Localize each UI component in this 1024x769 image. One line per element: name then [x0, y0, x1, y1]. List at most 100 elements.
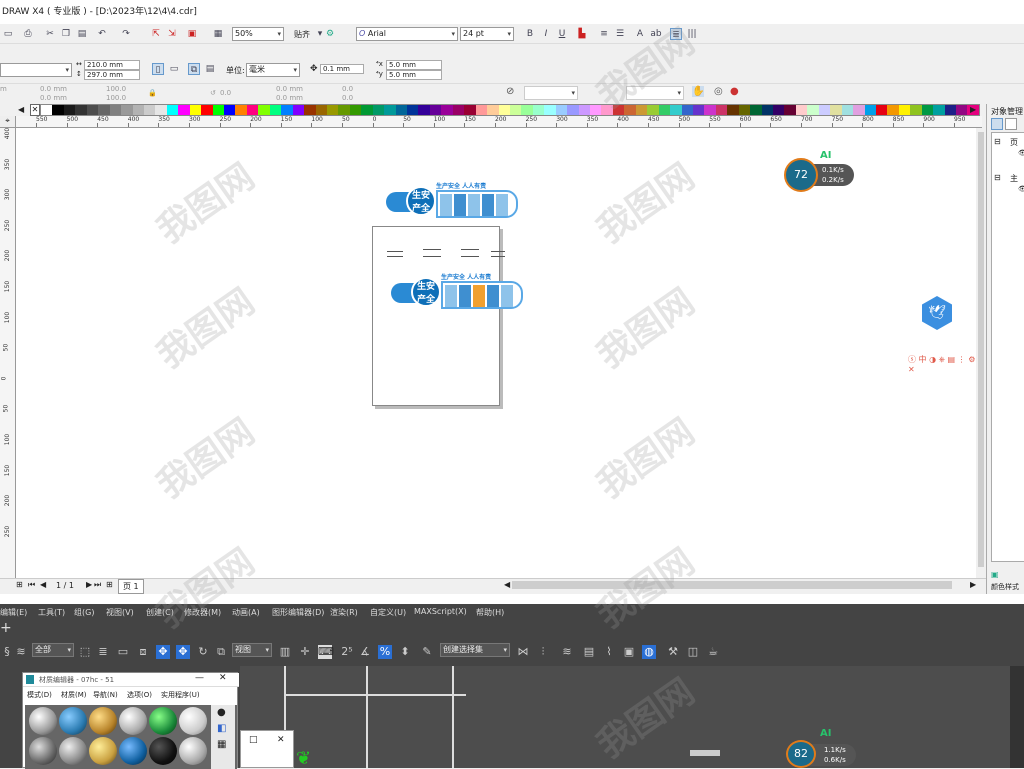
safety-banner-top[interactable]: 生安 产全 生产安全 人人有责	[386, 183, 520, 222]
palette-swatch[interactable]	[578, 105, 590, 115]
underline-icon[interactable]: U	[556, 28, 568, 40]
max-menu-item[interactable]: 工具(T)	[38, 607, 65, 618]
lock-icon[interactable]: 🔒	[148, 89, 157, 97]
palette-swatch[interactable]	[452, 105, 465, 115]
drawing-canvas[interactable]: 生安 产全 生产安全 人人有责 生安 产全 生产安全 人人有责 0.1K/s 0…	[16, 128, 982, 578]
bullets-icon[interactable]: ☰	[614, 28, 626, 40]
sample-slot-10[interactable]	[119, 737, 147, 765]
scroll-right-icon[interactable]: ▶	[970, 580, 976, 589]
palette-swatch[interactable]	[132, 105, 144, 115]
max-menu-item[interactable]: 视图(V)	[106, 607, 134, 618]
palette-scroll-right-icon[interactable]: ▶	[970, 105, 976, 114]
palette-swatch[interactable]	[590, 105, 602, 115]
max-menu-item[interactable]: 渲染(R)	[330, 607, 358, 618]
angle-snap-icon[interactable]: ∡	[358, 645, 372, 659]
sample-slot-6[interactable]	[179, 707, 207, 735]
palette-swatch[interactable]	[464, 105, 476, 115]
schematic-view-icon[interactable]: ▣	[622, 645, 636, 659]
sample-slot-5[interactable]	[149, 707, 177, 735]
palette-swatch[interactable]	[544, 105, 556, 115]
palette-swatch[interactable]	[750, 105, 762, 115]
bitmap-icon[interactable]: ⊘	[506, 86, 514, 97]
ref-coord-select[interactable]: 视图 ▾	[232, 643, 272, 657]
palette-swatch[interactable]	[601, 105, 613, 115]
rotation-value[interactable]: 0.0	[220, 89, 231, 97]
spinner-snap-icon[interactable]: ⬍	[398, 645, 412, 659]
cut-icon[interactable]: ✂	[44, 28, 56, 40]
font-size-select[interactable]: 24 pt ▾	[460, 27, 514, 41]
palette-swatch[interactable]	[63, 105, 76, 115]
unit-select[interactable]: 毫米 ▾	[246, 63, 300, 77]
color-mode-icon[interactable]: ◎	[714, 86, 723, 97]
palette-swatch[interactable]	[784, 105, 796, 115]
max-menu-item[interactable]: MAXScript(X)	[414, 607, 467, 616]
portrait-icon[interactable]: ▯	[152, 63, 164, 75]
palette-swatch[interactable]	[910, 105, 922, 115]
palette-swatch[interactable]	[98, 105, 110, 115]
new-layer-icon[interactable]: ▣	[991, 570, 999, 579]
edit-named-sel-icon[interactable]: ✎	[420, 645, 434, 659]
palette-swatch[interactable]	[166, 105, 179, 115]
palette-swatch[interactable]	[315, 105, 327, 115]
palette-swatch[interactable]	[509, 105, 522, 115]
page-tab[interactable]: 页 1	[118, 579, 144, 594]
max-menu-item[interactable]: 组(G)	[74, 607, 94, 618]
palette-swatch[interactable]	[326, 105, 339, 115]
palette-swatch[interactable]	[692, 105, 705, 115]
mirror-icon[interactable]: ⋈	[516, 645, 530, 659]
assistant-bird-icon[interactable]: 🕊	[922, 296, 952, 330]
pivot-icon[interactable]: ▥	[278, 645, 292, 659]
plus-icon[interactable]: +	[0, 620, 12, 636]
export-icon[interactable]: ⇲	[166, 28, 178, 40]
palette-swatch[interactable]	[86, 105, 99, 115]
max-viewport[interactable]	[240, 666, 1024, 768]
redo-icon[interactable]: ↷	[120, 28, 132, 40]
max-menu-item[interactable]: 帮助(H)	[476, 607, 504, 618]
text-color-icon[interactable]: ▙	[576, 28, 588, 40]
last-page-icon[interactable]: ⏭	[94, 580, 101, 590]
bold-icon[interactable]: B	[524, 28, 536, 40]
render-setup-icon[interactable]: ⚒	[666, 645, 680, 659]
palette-swatch[interactable]	[189, 105, 202, 115]
palette-swatch[interactable]	[795, 105, 808, 115]
sample-slot-2[interactable]	[59, 707, 87, 735]
maximize-icon[interactable]: □	[249, 735, 258, 745]
palette-swatch[interactable]	[898, 105, 911, 115]
vertical-scroll-thumb[interactable]	[978, 132, 984, 567]
close-icon[interactable]: ✕	[219, 673, 227, 683]
document-page[interactable]: 生安 产全 生产安全 人人有责	[372, 226, 523, 406]
palette-swatch[interactable]	[52, 105, 64, 115]
current-page-icon[interactable]: ▤	[204, 63, 216, 75]
render-icon[interactable]: ☕	[706, 645, 720, 659]
background-icon[interactable]: ▦	[217, 739, 226, 750]
palette-swatch[interactable]	[361, 105, 373, 115]
add-page-icon[interactable]: ⊞	[16, 580, 23, 589]
select-by-name-icon[interactable]: ≣	[96, 645, 110, 659]
italic-icon[interactable]: I	[540, 28, 552, 40]
copy-icon[interactable]: ❐	[60, 28, 72, 40]
add-page-end-icon[interactable]: ⊞	[106, 580, 113, 589]
max-menu-item[interactable]: 动画(A)	[232, 607, 260, 618]
page-preset-select[interactable]: ▾	[0, 63, 72, 77]
duplicate-x-input[interactable]: 5.0 mm	[386, 60, 442, 70]
palette-swatch[interactable]	[933, 105, 945, 115]
eye-icon[interactable]: 👁	[1018, 149, 1024, 157]
sample-slot-8[interactable]	[59, 737, 87, 765]
keyboard-shortcut-icon[interactable]: ⌨	[318, 645, 334, 659]
palette-swatch[interactable]	[235, 105, 247, 115]
hand-icon[interactable]: ✋	[692, 86, 705, 97]
sample-slot-3[interactable]	[89, 707, 117, 735]
palette-swatch[interactable]	[304, 105, 316, 115]
pos-x-value[interactable]: 0.0 mm	[40, 85, 67, 93]
palette-swatch[interactable]	[121, 105, 133, 115]
max-menu-item[interactable]: 图形编辑器(D)	[272, 607, 324, 618]
material-menu-item[interactable]: 选项(O)	[127, 690, 152, 700]
nudge-input[interactable]: 0.1 mm	[320, 64, 364, 74]
sample-slot-1[interactable]	[29, 707, 57, 735]
network-speed-widget[interactable]: 0.1K/s 0.2K/s 72 AI	[784, 150, 856, 194]
link-icon[interactable]: §	[0, 645, 14, 659]
percent-snap-icon[interactable]: %	[378, 645, 392, 659]
page-width-input[interactable]: 210.0 mm	[84, 60, 140, 70]
print-icon[interactable]: ⎙	[22, 28, 34, 40]
rotate-icon[interactable]: ↻	[196, 645, 210, 659]
